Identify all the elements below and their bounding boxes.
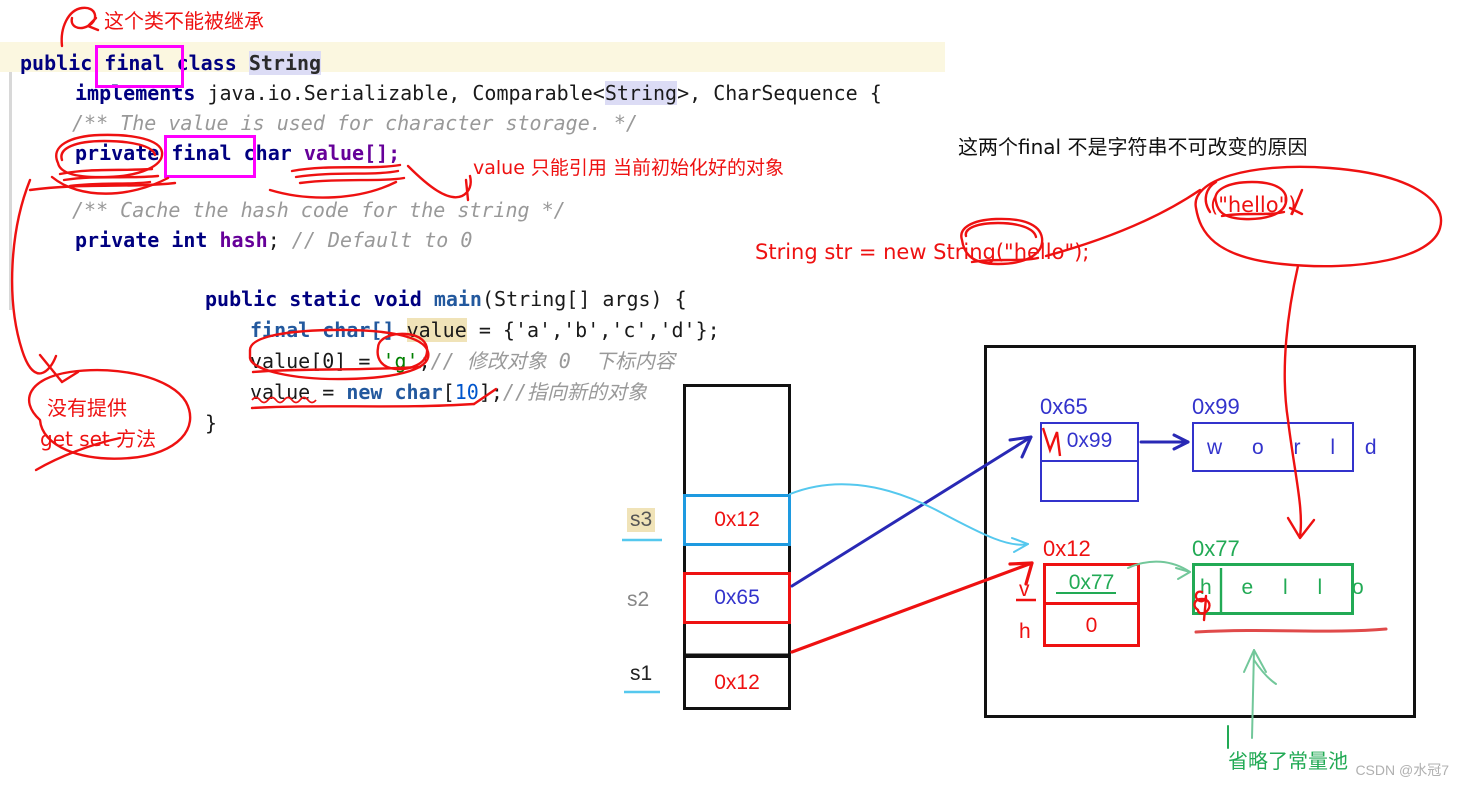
code-line-5: /** Cache the hash code for the string *…	[72, 195, 566, 225]
token-comparable-open: Comparable<	[472, 81, 605, 105]
token-class: class	[176, 51, 237, 75]
heap-object-0x65-field-1: 0x99	[1040, 422, 1139, 462]
token-comparable-arg: String	[604, 81, 678, 105]
csdn-watermark: CSDN @水冠7	[1355, 762, 1449, 778]
annotation-value-ref-only: value 只能引用 当前初始化好的对象	[473, 157, 784, 179]
heap-addr-0x77: 0x77	[1192, 536, 1240, 561]
code-line-7: public static void main(String[] args) {	[205, 284, 687, 314]
token-g-literal: 'g'	[382, 349, 419, 373]
token-semicolon: ;	[267, 228, 280, 252]
circle-hello-statement-2	[964, 221, 1038, 239]
stack-label-s3: s3	[627, 508, 656, 532]
token-value-index: value[0] =	[250, 349, 371, 373]
stack-label-s1: s1	[630, 662, 652, 686]
token-public: public	[20, 51, 93, 75]
code-line-11: }	[205, 408, 217, 438]
heap-object-0x12-field-h-value: 0	[1085, 614, 1098, 637]
annotation-hello-circled: ("hello")	[1210, 193, 1297, 217]
heap-object-0x12-field-h: 0	[1043, 605, 1140, 647]
annotation-no-getset-line1: 没有提供	[47, 396, 127, 420]
token-serializable: java.io.Serializable,	[207, 81, 461, 105]
token-close-brace: }	[205, 411, 218, 435]
token-value-field: value[];	[303, 141, 401, 165]
comment-hash-cache: /** Cache the hash code for the string *…	[72, 198, 566, 222]
token-value-local: value	[406, 318, 467, 342]
token-class-name: String	[248, 51, 322, 75]
annotation-constant-pool-omitted: 省略了常量池	[1228, 749, 1348, 773]
token-comparable-rest: >, CharSequence {	[677, 81, 882, 105]
token-char-2: char	[394, 380, 443, 404]
token-final-3: final	[250, 318, 311, 342]
code-line-9: value[0] = 'g';// 修改对象 0 下标内容	[250, 346, 675, 376]
stack-label-s1-text: s1	[630, 662, 653, 685]
heap-object-0x12-field-v-value: 0x77	[1068, 570, 1115, 594]
heap-object-0x65-field-1-value: 0x99	[1066, 429, 1113, 452]
heap-addr-0x12: 0x12	[1043, 536, 1091, 561]
heap-addr-0x65: 0x65	[1040, 394, 1088, 419]
token-ten: 10	[454, 380, 479, 404]
final-highlight-box-1	[95, 45, 184, 88]
heap-object-0x12-field-v: 0x77	[1043, 563, 1140, 605]
token-char-array: char[]	[322, 318, 395, 342]
final-highlight-box-2	[164, 135, 256, 178]
comment-default-zero: // Default to 0	[291, 228, 473, 252]
code-line-3: /** The value is used for character stor…	[72, 108, 638, 138]
stack-slot-s3: 0x12	[683, 494, 791, 546]
comment-value-storage: /** The value is used for character stor…	[72, 111, 638, 135]
token-value-reassign: value =	[250, 380, 347, 404]
token-new: new	[346, 380, 383, 404]
annotation-two-final-reason: 这两个final 不是字符串不可改变的原因	[958, 135, 1308, 159]
token-public-3: public	[205, 287, 278, 311]
token-void: void	[373, 287, 422, 311]
token-private-2: private	[75, 228, 160, 252]
token-bracket-open: [	[442, 380, 455, 404]
heap-object-0x12-label-v: v	[1019, 578, 1030, 601]
token-abcd-init: = {'a','b','c','d'};	[478, 318, 720, 342]
heap-object-0x12-label-h: h	[1019, 620, 1031, 643]
token-main: main	[433, 287, 482, 311]
code-line-6: private int hash; // Default to 0	[75, 225, 472, 255]
code-line-10: value = new char[10];//指向新的对象	[250, 377, 647, 407]
annotation-cannot-inherit: 这个类不能被继承	[104, 9, 264, 33]
heap-object-0x99-chars: w o r l d	[1207, 436, 1389, 459]
heap-addr-0x99: 0x99	[1192, 394, 1240, 419]
annotation-new-string-statement: String str = new String("hello");	[755, 240, 1090, 264]
comment-point-new-obj: //指向新的对象	[502, 380, 647, 404]
stack-slot-s1: 0x12	[683, 655, 791, 707]
token-private: private	[75, 141, 160, 165]
stack-slot-s3-value: 0x12	[714, 508, 760, 531]
stack-slot-s1-value: 0x12	[714, 670, 760, 694]
stack-slot-s2: 0x65	[683, 572, 791, 624]
token-bracket-close: ];	[478, 380, 503, 404]
editor-gutter	[9, 42, 12, 310]
code-line-8: final char[] value = {'a','b','c','d'};	[250, 315, 720, 345]
stack-label-s2-text: s2	[627, 588, 650, 611]
stack-slot-s2-value: 0x65	[714, 586, 760, 609]
stack-label-s3-text: s3	[630, 508, 653, 531]
annotation-no-getset-line2: get set 方法	[40, 427, 157, 451]
token-int: int	[171, 228, 208, 252]
token-main-args: (String[] args) {	[481, 287, 687, 311]
token-static: static	[289, 287, 362, 311]
heap-object-0x77-chars: h e l l o	[1200, 576, 1376, 599]
token-semicolon-2: ;	[418, 349, 431, 373]
code-line-2: implements java.io.Serializable, Compara…	[75, 78, 882, 108]
token-hash-field: hash	[219, 228, 268, 252]
arrow-cannot-inherit	[60, 6, 100, 48]
stack-label-s2: s2	[627, 588, 649, 612]
comment-modify-index: // 修改对象 0 下标内容	[430, 349, 675, 373]
